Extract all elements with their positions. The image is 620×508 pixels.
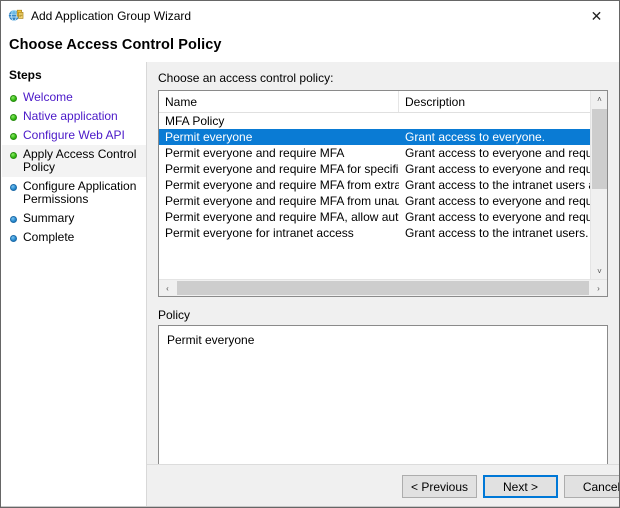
table-row[interactable]: Permit everyone Grant access to everyone… — [159, 129, 607, 145]
scroll-down-icon[interactable]: ˅ — [591, 263, 607, 280]
previous-button[interactable]: < Previous — [402, 475, 477, 498]
page-title: Choose Access Control Policy — [9, 37, 222, 53]
sidebar-item-apply-access-control-policy[interactable]: Apply Access Control Policy — [2, 145, 146, 177]
cell-name: MFA Policy — [165, 114, 225, 128]
close-icon[interactable]: ✕ — [574, 1, 619, 30]
access-control-policy-label: Choose an access control policy: — [158, 71, 334, 85]
footer-bar: < Previous Next > Cancel — [147, 464, 619, 507]
sidebar-item-label: Apply Access Control Policy — [23, 147, 137, 174]
table-row[interactable]: Permit everyone and require MFA, allow a… — [159, 209, 607, 225]
step-bullet-icon — [10, 184, 17, 191]
cell-name: Permit everyone for intranet access — [165, 226, 354, 240]
listview-vertical-scrollbar[interactable]: ˄ ˅ — [590, 91, 607, 280]
cell-description: Grant access to the intranet users and r… — [405, 178, 590, 192]
step-bullet-icon — [10, 235, 17, 242]
step-bullet-icon — [10, 95, 17, 102]
cell-description: Grant access to the intranet users. — [405, 226, 589, 240]
steps-list: Welcome Native application Configure Web… — [2, 88, 146, 247]
sidebar-item-welcome[interactable]: Welcome — [2, 88, 146, 107]
sidebar-item-complete: Complete — [2, 228, 146, 247]
cell-description: Grant access to everyone and require MFA… — [405, 146, 590, 160]
sidebar-item-configure-web-api[interactable]: Configure Web API — [2, 126, 146, 145]
cell-description: Grant access to everyone. — [405, 130, 546, 144]
step-bullet-icon — [10, 216, 17, 223]
sidebar-footer-spacer — [2, 464, 147, 507]
table-row[interactable]: Permit everyone and require MFA from una… — [159, 193, 607, 209]
scroll-right-icon[interactable]: › — [590, 280, 607, 296]
access-control-policy-listview[interactable]: Name Description MFA Policy Permit every… — [158, 90, 608, 297]
scroll-up-icon[interactable]: ˄ — [591, 91, 607, 108]
cancel-button[interactable]: Cancel — [564, 475, 619, 498]
policy-label: Policy — [158, 308, 191, 322]
cell-name: Permit everyone and require MFA from una… — [165, 194, 399, 208]
cell-name: Permit everyone and require MFA, allow a… — [165, 210, 399, 224]
cell-description: Grant access to everyone and require MFA… — [405, 210, 590, 224]
table-row[interactable]: Permit everyone for intranet access Gran… — [159, 225, 607, 241]
window-title: Add Application Group Wizard — [31, 9, 192, 23]
table-row[interactable]: MFA Policy — [159, 113, 607, 129]
title-bar: Add Application Group Wizard ✕ — [1, 1, 619, 31]
listview-horizontal-scrollbar[interactable]: ‹ › — [159, 279, 607, 296]
sidebar-item-label: Summary — [23, 211, 75, 225]
table-row[interactable]: Permit everyone and require MFA Grant ac… — [159, 145, 607, 161]
app-group-wizard-icon — [8, 8, 24, 24]
cell-name: Permit everyone and require MFA — [165, 146, 345, 160]
header-bar: Choose Access Control Policy — [1, 31, 619, 62]
sidebar-item-label: Complete — [23, 230, 75, 244]
sidebar-item-label: Configure Application Permissions — [23, 179, 137, 206]
table-row[interactable]: Permit everyone and require MFA for spec… — [159, 161, 607, 177]
sidebar-item-label: Configure Web API — [23, 128, 125, 142]
step-bullet-icon — [10, 114, 17, 121]
steps-sidebar: Steps Welcome Native application Configu… — [2, 62, 147, 464]
vertical-scroll-thumb[interactable] — [592, 109, 607, 189]
cell-description — [399, 113, 590, 129]
cell-name: Permit everyone and require MFA from ext… — [165, 178, 399, 192]
cell-name: Permit everyone — [165, 130, 253, 144]
listview-header: Name Description — [159, 91, 607, 113]
sidebar-item-label: Native application — [23, 109, 118, 123]
sidebar-item-summary: Summary — [2, 209, 146, 228]
column-header-name[interactable]: Name — [159, 91, 399, 112]
listview-rows: MFA Policy Permit everyone Grant access … — [159, 113, 607, 280]
steps-heading: Steps — [9, 68, 42, 82]
cell-description: Grant access to everyone and require MFA… — [405, 194, 590, 208]
policy-value: Permit everyone — [167, 333, 255, 347]
table-row[interactable]: Permit everyone and require MFA from ext… — [159, 177, 607, 193]
step-bullet-icon — [10, 133, 17, 140]
scroll-left-icon[interactable]: ‹ — [159, 280, 176, 296]
cell-description: Grant access to everyone and require MFA… — [405, 162, 590, 176]
add-application-group-wizard-dialog: Add Application Group Wizard ✕ Choose Ac… — [0, 0, 620, 508]
sidebar-item-label: Welcome — [23, 90, 73, 104]
sidebar-item-configure-application-permissions: Configure Application Permissions — [2, 177, 146, 209]
sidebar-item-native-application[interactable]: Native application — [2, 107, 146, 126]
window-bottom-edge — [1, 506, 619, 507]
content-panel: Choose an access control policy: Name De… — [147, 62, 619, 507]
step-bullet-icon — [10, 152, 17, 159]
cell-name: Permit everyone and require MFA for spec… — [165, 162, 399, 176]
column-header-description[interactable]: Description — [399, 91, 590, 112]
horizontal-scroll-thumb[interactable] — [177, 281, 589, 295]
next-button[interactable]: Next > — [483, 475, 558, 498]
